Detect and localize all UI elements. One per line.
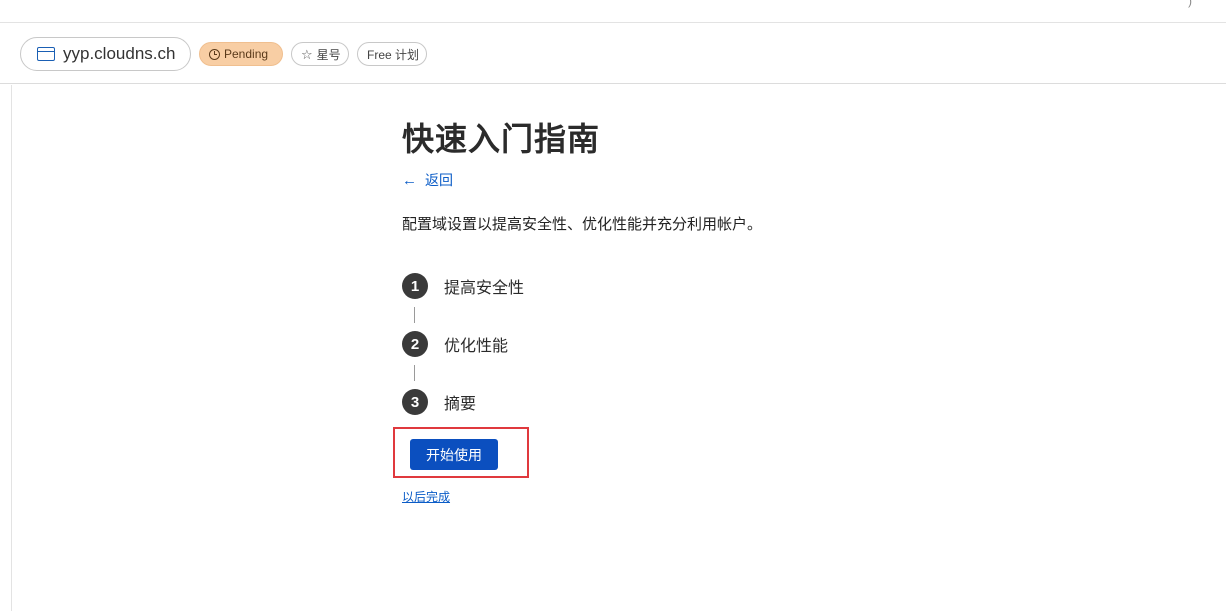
top-strip: ) bbox=[0, 0, 1226, 23]
clock-icon bbox=[209, 48, 220, 60]
back-link-label: 返回 bbox=[425, 172, 453, 188]
step-label: 优化性能 bbox=[444, 338, 509, 355]
star-label: 星号 bbox=[316, 47, 341, 62]
star-outline-icon: ☆ bbox=[301, 46, 313, 62]
domain-selector[interactable]: yyp.cloudns.ch bbox=[20, 37, 191, 71]
step-number: 3 bbox=[402, 389, 428, 415]
intro-text: 配置域设置以提高安全性、优化性能并充分利用帐户。 bbox=[402, 216, 763, 233]
domain-name: yyp.cloudns.ch bbox=[63, 44, 176, 63]
plan-badge-label: Free 计划 bbox=[367, 47, 420, 62]
sidebar-divider bbox=[11, 85, 12, 611]
zone-header: yyp.cloudns.ch Pending ☆ 星号 Free 计划 bbox=[0, 23, 1226, 84]
browser-window-icon bbox=[37, 47, 55, 61]
page: ) yyp.cloudns.ch Pending ☆ 星号 Free 计划 快速… bbox=[0, 0, 1226, 611]
back-link[interactable]: ← 返回 bbox=[402, 170, 453, 190]
step-item-security: 1 提高安全性 bbox=[402, 273, 524, 299]
step-number: 2 bbox=[402, 331, 428, 357]
plan-badge[interactable]: Free 计划 bbox=[357, 42, 427, 66]
status-badge: Pending bbox=[199, 42, 283, 66]
page-title: 快速入门指南 bbox=[402, 121, 601, 157]
corner-glyph: ) bbox=[1188, 0, 1192, 8]
step-label: 提高安全性 bbox=[444, 280, 525, 297]
finish-later-link[interactable]: 以后完成 bbox=[402, 488, 450, 505]
step-number: 1 bbox=[402, 273, 428, 299]
step-connector bbox=[414, 307, 415, 323]
step-item-performance: 2 优化性能 bbox=[402, 331, 508, 357]
arrow-left-icon: ← bbox=[402, 171, 417, 189]
status-badge-label: Pending bbox=[224, 47, 269, 61]
step-item-summary: 3 摘要 bbox=[402, 389, 476, 415]
get-started-button[interactable]: 开始使用 bbox=[410, 439, 498, 470]
step-label: 摘要 bbox=[444, 396, 477, 413]
star-button[interactable]: ☆ 星号 bbox=[291, 42, 349, 66]
step-connector bbox=[414, 365, 415, 381]
